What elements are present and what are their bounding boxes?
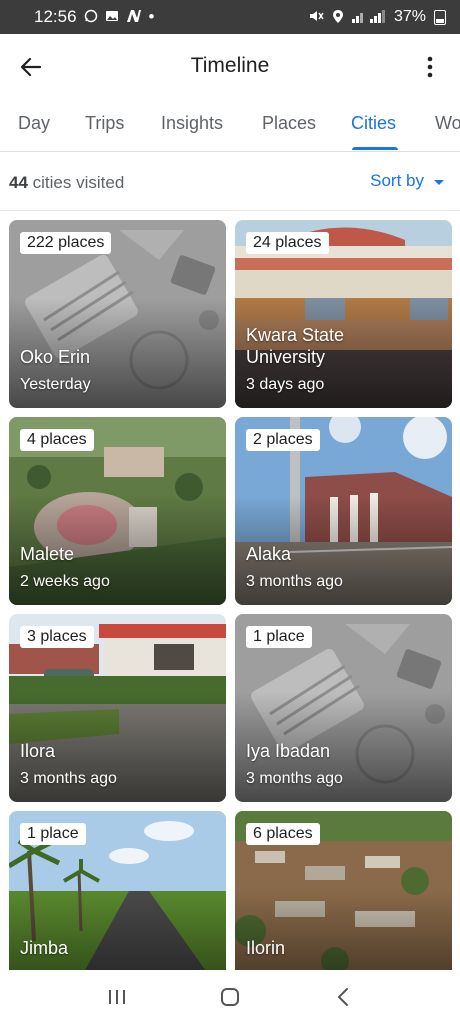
last-visit-time: 3 months ago [246, 770, 343, 787]
city-card-ilorin[interactable]: 6 places Ilorin [235, 811, 452, 971]
mute-icon [308, 9, 324, 25]
last-visit-time: 3 days ago [246, 376, 325, 393]
places-count-badge: 1 place [246, 626, 312, 648]
places-count-badge: 6 places [246, 823, 320, 845]
dropdown-caret-icon [434, 179, 444, 185]
chevron-left-icon [337, 988, 349, 1006]
home-icon [220, 988, 239, 1006]
city-name: Ilora [20, 741, 56, 761]
city-card-malete[interactable]: 4 places Malete 2 weeks ago [9, 417, 226, 605]
last-visit-time: 2 weeks ago [20, 573, 110, 590]
recent-apps-icon [108, 990, 125, 1004]
signal-icon [351, 9, 386, 25]
tab-day[interactable]: Day [18, 113, 50, 134]
status-dot: • [148, 7, 155, 26]
places-count-badge: 2 places [246, 429, 320, 451]
page-title: Timeline [190, 54, 270, 77]
sort-by-button[interactable]: Sort by [370, 171, 444, 191]
tab-places[interactable]: Places [262, 113, 316, 134]
tab-insights[interactable]: Insights [161, 113, 223, 134]
city-name: Alaka [246, 544, 292, 564]
news-icon [126, 9, 142, 25]
home-button[interactable] [210, 977, 250, 1017]
city-name: Oko Erin [20, 347, 91, 367]
city-name: Iya Ibadan [246, 741, 331, 761]
places-count-badge: 3 places [20, 626, 94, 648]
more-vert-icon [427, 56, 433, 78]
city-name: Ilorin [246, 938, 286, 958]
city-name: Malete [20, 544, 75, 564]
city-card-ilora[interactable]: 3 places Ilora 3 months ago [9, 614, 226, 802]
system-nav-bar [0, 970, 460, 1024]
cities-visited-count: 44 cities visited [9, 173, 124, 193]
last-visit-time: 3 months ago [246, 573, 343, 590]
last-visit-time: 3 months ago [20, 770, 117, 787]
summary-row: 44 cities visited Sort by [0, 152, 460, 210]
battery-percent: 37% [393, 8, 426, 25]
system-back-button[interactable] [323, 977, 363, 1017]
whatsapp-icon [84, 9, 98, 25]
status-time: 12:56 [34, 7, 77, 26]
tab-world[interactable]: Wo [435, 113, 460, 134]
city-name-line-1: Kwara State [246, 325, 345, 345]
location-icon [332, 9, 344, 26]
places-count-badge: 222 places [20, 232, 112, 254]
last-visit-time: Yesterday [20, 376, 91, 393]
city-name: Jimba [20, 938, 69, 958]
sort-by-label: Sort by [370, 171, 424, 190]
battery-icon [434, 9, 446, 25]
cities-grid: 222 places Oko Erin Yesterday 24 places … [0, 211, 460, 971]
active-tab-indicator [352, 147, 398, 150]
city-card-iya-ibadan[interactable]: 1 place Iya Ibadan 3 months ago [235, 614, 452, 802]
gallery-icon [105, 9, 119, 25]
city-name-line-2: University [246, 347, 326, 367]
city-card-kwara-state-university[interactable]: 24 places Kwara State University 3 days … [235, 220, 452, 408]
cities-count-number: 44 [9, 173, 28, 192]
tab-trips[interactable]: Trips [85, 113, 124, 134]
more-options-button[interactable] [418, 52, 442, 82]
places-count-badge: 4 places [20, 429, 94, 451]
tab-bar: Day Trips Insights Places Cities Wo [0, 98, 460, 152]
city-card-alaka[interactable]: 2 places Alaka 3 months ago [235, 417, 452, 605]
city-card-jimba[interactable]: 1 place Jimba [9, 811, 226, 971]
places-count-badge: 1 place [20, 823, 86, 845]
app-bar: Timeline [0, 34, 460, 98]
tab-cities[interactable]: Cities [351, 113, 396, 134]
status-bar: 12:56 • 37% [0, 0, 460, 34]
places-count-badge: 24 places [246, 232, 329, 254]
city-card-oko-erin[interactable]: 222 places Oko Erin Yesterday [9, 220, 226, 408]
cities-count-label: cities visited [27, 173, 125, 192]
recent-apps-button[interactable] [97, 977, 137, 1017]
